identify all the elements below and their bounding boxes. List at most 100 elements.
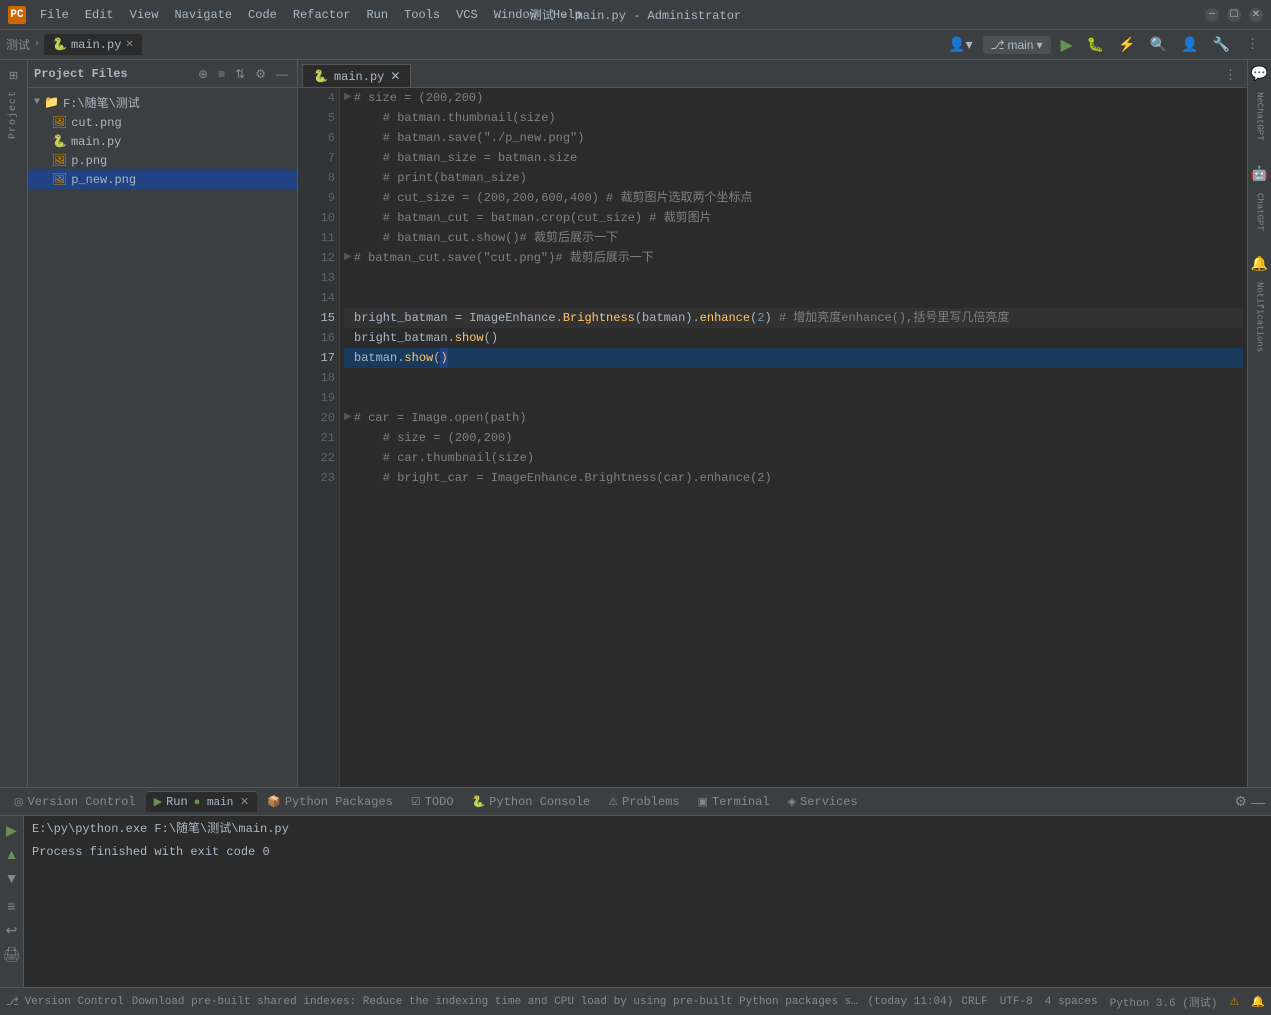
menu-navigate[interactable]: Navigate [168, 6, 238, 24]
plugins-button[interactable]: 🔧 [1209, 34, 1234, 55]
menu-code[interactable]: Code [242, 6, 283, 24]
project-close-button[interactable]: — [273, 66, 291, 82]
run-button[interactable]: ▶ [1057, 33, 1077, 57]
coverage-button[interactable]: ⚡ [1114, 34, 1139, 55]
close-button[interactable]: ✕ [1249, 8, 1263, 22]
run-wrap-button[interactable]: ↩ [2, 920, 22, 940]
code-line-9: # cut_size = (200,200,600,400) # 裁剪图片选取两… [344, 188, 1243, 208]
nechatgpt-icon[interactable]: 💬 [1250, 64, 1270, 84]
left-strip-icon[interactable]: ⊞ [2, 64, 26, 88]
tab-problems-label: Problems [622, 795, 680, 809]
ln-16: 16 [302, 328, 335, 348]
nechatgpt-label: NeChatGPT [1255, 92, 1265, 141]
encoding-status[interactable]: UTF-8 [1000, 996, 1033, 1008]
debug-button[interactable]: 🐛 [1083, 34, 1108, 55]
tree-item-main-py[interactable]: 🐍 main.py [28, 132, 297, 151]
project-settings-button[interactable]: ⚙ [252, 66, 269, 82]
notifications-icon[interactable]: 🔔 [1250, 254, 1270, 274]
tree-item-p-png[interactable]: 🖼 p.png [28, 151, 297, 170]
menu-view[interactable]: View [124, 6, 165, 24]
code-text-20: # car = Image.open(path) [354, 408, 527, 428]
editor-tabs: 🐍 main.py ✕ ⋮ [298, 60, 1247, 88]
notification-icon[interactable]: 🔔 [1251, 995, 1265, 1009]
profile-icon-button[interactable]: 👤 [1177, 34, 1202, 55]
code-text-17b: show [404, 348, 433, 368]
search-button[interactable]: 🔍 [1146, 34, 1171, 55]
warning-icon: ⚠ [1229, 995, 1239, 1009]
tab-python-packages[interactable]: 📦 Python Packages [259, 792, 401, 812]
run-subtab-label: main [207, 797, 233, 809]
run-subtab-close[interactable]: ✕ [240, 797, 249, 809]
file-tab[interactable]: 🐍 main.py ✕ [44, 34, 142, 55]
ln-7: 7 [302, 148, 335, 168]
project-header: Project Files ⊕ ≡ ⇅ ⚙ — [28, 60, 297, 88]
user-icon-button[interactable]: 👤▾ [944, 34, 976, 55]
version-control-status[interactable]: Version Control [25, 996, 124, 1008]
bottom-settings-button[interactable]: ⚙ [1234, 793, 1247, 810]
fold-marker-4[interactable]: ▶ [344, 88, 352, 108]
editor-tab-close[interactable]: ✕ [390, 69, 400, 84]
code-line-11: # batman_cut.show()# 裁剪后展示一下 [344, 228, 1243, 248]
code-area[interactable]: 4 5 6 7 8 9 10 11 12 13 14 15 16 17 18 1… [298, 88, 1247, 787]
editor-more-button[interactable]: ⋮ [1218, 64, 1243, 87]
notifications-label: Notifications [1255, 282, 1265, 352]
indent-status[interactable]: 4 spaces [1045, 996, 1098, 1008]
code-text-5: # batman.thumbnail(size) [354, 108, 556, 128]
tree-item-root[interactable]: ▼ 📁 F:\随笔\测试 [28, 92, 297, 113]
tab-problems[interactable]: ⚠ Problems [600, 792, 687, 812]
maximize-button[interactable]: ☐ [1227, 8, 1241, 22]
run-filter-button[interactable]: ≡ [2, 896, 22, 916]
menu-refactor[interactable]: Refactor [287, 6, 357, 24]
status-bar: ⎇ Version Control Download pre-built sha… [0, 987, 1271, 1015]
window-title: 测试 - main.py - Administrator [530, 6, 741, 23]
tab-python-console[interactable]: 🐍 Python Console [464, 792, 599, 812]
fold-marker-20[interactable]: ▶ [344, 408, 352, 428]
fold-marker-12[interactable]: ▶ [344, 248, 352, 268]
menu-run[interactable]: Run [360, 6, 394, 24]
ln-18: 18 [302, 368, 335, 388]
project-locate-button[interactable]: ⊕ [195, 66, 211, 82]
menu-tools[interactable]: Tools [398, 6, 446, 24]
secondary-toolbar: 测试 › 🐍 main.py ✕ 👤▾ ⎇ main ▾ ▶ 🐛 ⚡ 🔍 👤 🔧… [0, 30, 1271, 60]
line-ending-status[interactable]: CRLF [961, 996, 987, 1008]
code-line-6: # batman.save("./p_new.png") [344, 128, 1243, 148]
run-result-line: Process finished with exit code 0 [32, 843, 1263, 862]
tab-run[interactable]: ▶ Run ● main ✕ [146, 791, 258, 812]
ln-8: 8 [302, 168, 335, 188]
tab-close-icon[interactable]: ✕ [125, 39, 133, 51]
todo-icon: ☑ [411, 795, 421, 809]
tree-item-p-new-png[interactable]: 🖼 p_new.png [28, 170, 297, 189]
tab-services[interactable]: ◈ Services [780, 792, 866, 812]
tab-version-control[interactable]: ◎ Version Control [6, 792, 144, 812]
tab-todo[interactable]: ☑ TODO [403, 792, 462, 812]
minimize-button[interactable]: — [1205, 8, 1219, 22]
project-expand-button[interactable]: ⇅ [232, 66, 248, 82]
chatgpt-icon[interactable]: 🤖 [1250, 165, 1270, 185]
tree-item-cut-png[interactable]: 🖼 cut.png [28, 113, 297, 132]
code-text-16a: bright_batman. [354, 328, 455, 348]
bottom-minimize-button[interactable]: — [1251, 793, 1265, 810]
python-version-status[interactable]: Python 3.6 (测试) [1110, 994, 1218, 1010]
menu-file[interactable]: File [34, 6, 75, 24]
run-scroll-up-button[interactable]: ▲ [2, 844, 22, 864]
code-content[interactable]: ▶ # size = (200,200) # batman.thumbnail(… [340, 88, 1247, 787]
project-sort-button[interactable]: ≡ [215, 66, 228, 82]
more-tabs-button[interactable]: ⋮ [1240, 33, 1265, 56]
run-scroll-down-button[interactable]: ▼ [2, 868, 22, 888]
tab-terminal[interactable]: ▣ Terminal [690, 792, 778, 812]
right-sidebar: 💬 NeChatGPT 🤖 ChatGPT 🔔 Notifications [1247, 60, 1271, 787]
run-print-button[interactable]: 🖨 [2, 944, 22, 964]
code-line-15: bright_batman = ImageEnhance.Brightness(… [344, 308, 1243, 328]
menu-vcs[interactable]: VCS [450, 6, 484, 24]
tab-todo-label: TODO [425, 795, 454, 809]
tree-cut-label: cut.png [71, 116, 121, 130]
code-text-15f: ( [750, 308, 757, 328]
editor-tab-main[interactable]: 🐍 main.py ✕ [302, 64, 411, 87]
menu-edit[interactable]: Edit [79, 6, 120, 24]
branch-button[interactable]: ⎇ main ▾ [983, 36, 1051, 54]
run-command-line: E:\py\python.exe F:\随笔\测试\main.py [32, 820, 1263, 839]
code-text-21: # size = (200,200) [354, 428, 512, 448]
run-play-button[interactable]: ▶ [2, 820, 22, 840]
tab-python-console-label: Python Console [489, 795, 590, 809]
app-icon: PC [8, 6, 26, 24]
